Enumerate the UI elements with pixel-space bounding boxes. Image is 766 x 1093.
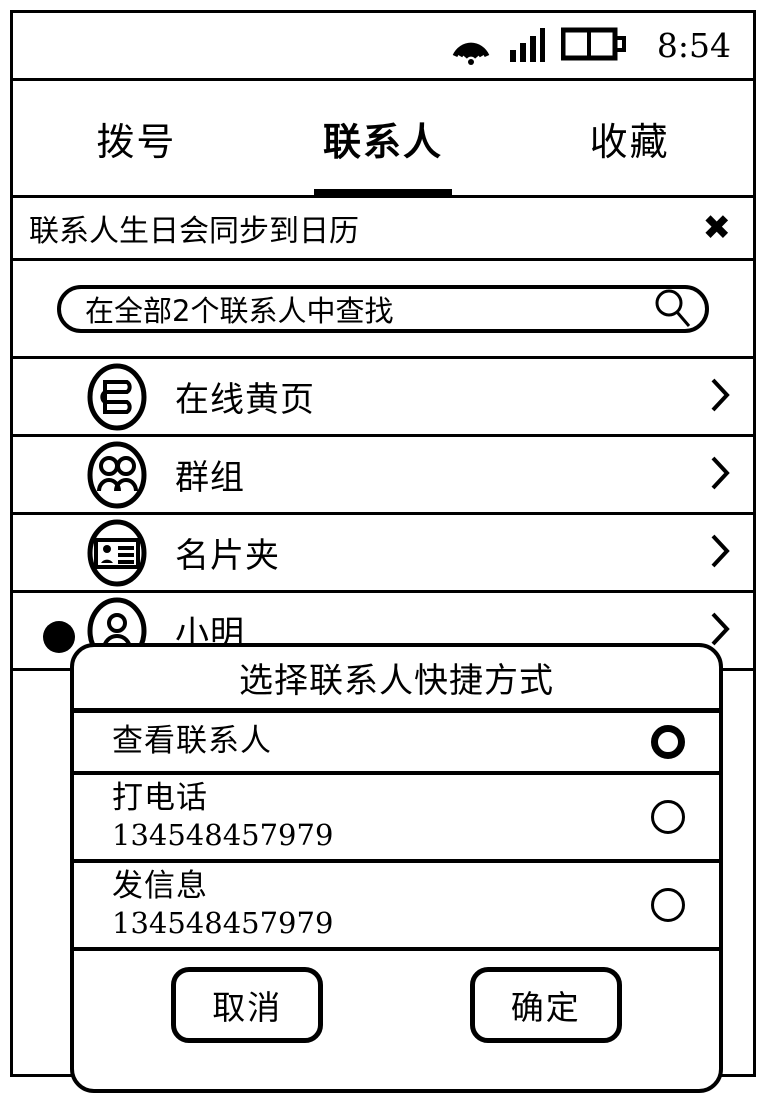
touch-point-indicator bbox=[43, 621, 75, 653]
signal-bars-icon bbox=[507, 24, 547, 68]
contact-shortcut-dialog: 选择联系人快捷方式 查看联系人 打电话 134548457979 发信息 134… bbox=[70, 643, 723, 1093]
dialog-option-call[interactable]: 打电话 134548457979 bbox=[74, 775, 719, 863]
option-text-group: 查看联系人 bbox=[112, 723, 272, 761]
search-icon[interactable] bbox=[651, 286, 693, 332]
birthday-sync-banner: 联系人生日会同步到日历 ✖ bbox=[13, 198, 753, 261]
option-title: 打电话 bbox=[112, 780, 208, 817]
banner-text: 联系人生日会同步到日历 bbox=[29, 214, 359, 249]
list-item-yellow-pages[interactable]: 在线黄页 bbox=[13, 359, 753, 437]
tab-contacts-label: 联系人 bbox=[323, 119, 444, 164]
active-tab-indicator bbox=[314, 189, 452, 195]
search-placeholder: 在全部2个联系人中查找 bbox=[85, 293, 394, 328]
dialog-title: 选择联系人快捷方式 bbox=[74, 647, 719, 713]
dialog-actions: 取消 确定 bbox=[74, 951, 719, 1059]
status-bar: 8:54 bbox=[13, 13, 753, 81]
chevron-right-icon bbox=[707, 530, 733, 576]
close-icon[interactable]: ✖ bbox=[703, 211, 732, 245]
list-item-label: 名片夹 bbox=[175, 536, 280, 576]
option-phone-number: 134548457979 bbox=[112, 906, 334, 941]
battery-icon bbox=[560, 24, 627, 68]
tab-favorites-label: 收藏 bbox=[589, 119, 670, 164]
business-card-icon bbox=[81, 519, 153, 587]
tab-bar: 拨号 联系人 收藏 bbox=[13, 81, 753, 198]
option-text-group: 打电话 134548457979 bbox=[112, 780, 333, 853]
group-people-icon bbox=[81, 441, 153, 509]
chevron-right-icon bbox=[707, 374, 733, 420]
tab-dial[interactable]: 拨号 bbox=[13, 81, 260, 195]
option-title: 发信息 bbox=[112, 868, 208, 905]
chevron-right-icon bbox=[707, 452, 733, 498]
list-item-business-cards[interactable]: 名片夹 bbox=[13, 515, 753, 593]
tab-favorites[interactable]: 收藏 bbox=[506, 81, 753, 195]
list-item-label: 群组 bbox=[175, 458, 245, 498]
dialog-option-message[interactable]: 发信息 134548457979 bbox=[74, 863, 719, 951]
search-area: 在全部2个联系人中查找 bbox=[13, 261, 753, 359]
status-bar-time: 8:54 bbox=[656, 26, 731, 65]
dialog-option-view-contact[interactable]: 查看联系人 bbox=[74, 713, 719, 775]
option-text-group: 发信息 134548457979 bbox=[112, 868, 333, 941]
wifi-icon bbox=[449, 22, 493, 70]
phone-frame: 8:54 拨号 联系人 收藏 联系人生日会同步到日历 ✖ 在全部2个联系人中查找 bbox=[10, 10, 756, 1093]
option-title: 查看联系人 bbox=[112, 723, 272, 760]
list-item-groups[interactable]: 群组 bbox=[13, 437, 753, 515]
list-item-label: 在线黄页 bbox=[175, 380, 315, 420]
radio-button-message[interactable] bbox=[651, 888, 685, 922]
status-bar-icons: 8:54 bbox=[449, 22, 731, 70]
cancel-button[interactable]: 取消 bbox=[171, 967, 324, 1043]
tab-contacts[interactable]: 联系人 bbox=[260, 81, 507, 195]
option-phone-number: 134548457979 bbox=[112, 818, 334, 853]
radio-button-view-contact[interactable] bbox=[651, 725, 685, 759]
search-input[interactable]: 在全部2个联系人中查找 bbox=[57, 284, 709, 333]
tab-dial-label: 拨号 bbox=[96, 119, 177, 164]
radio-button-call[interactable] bbox=[651, 800, 685, 834]
yellow-pages-icon bbox=[81, 363, 153, 431]
confirm-button[interactable]: 确定 bbox=[469, 967, 622, 1043]
